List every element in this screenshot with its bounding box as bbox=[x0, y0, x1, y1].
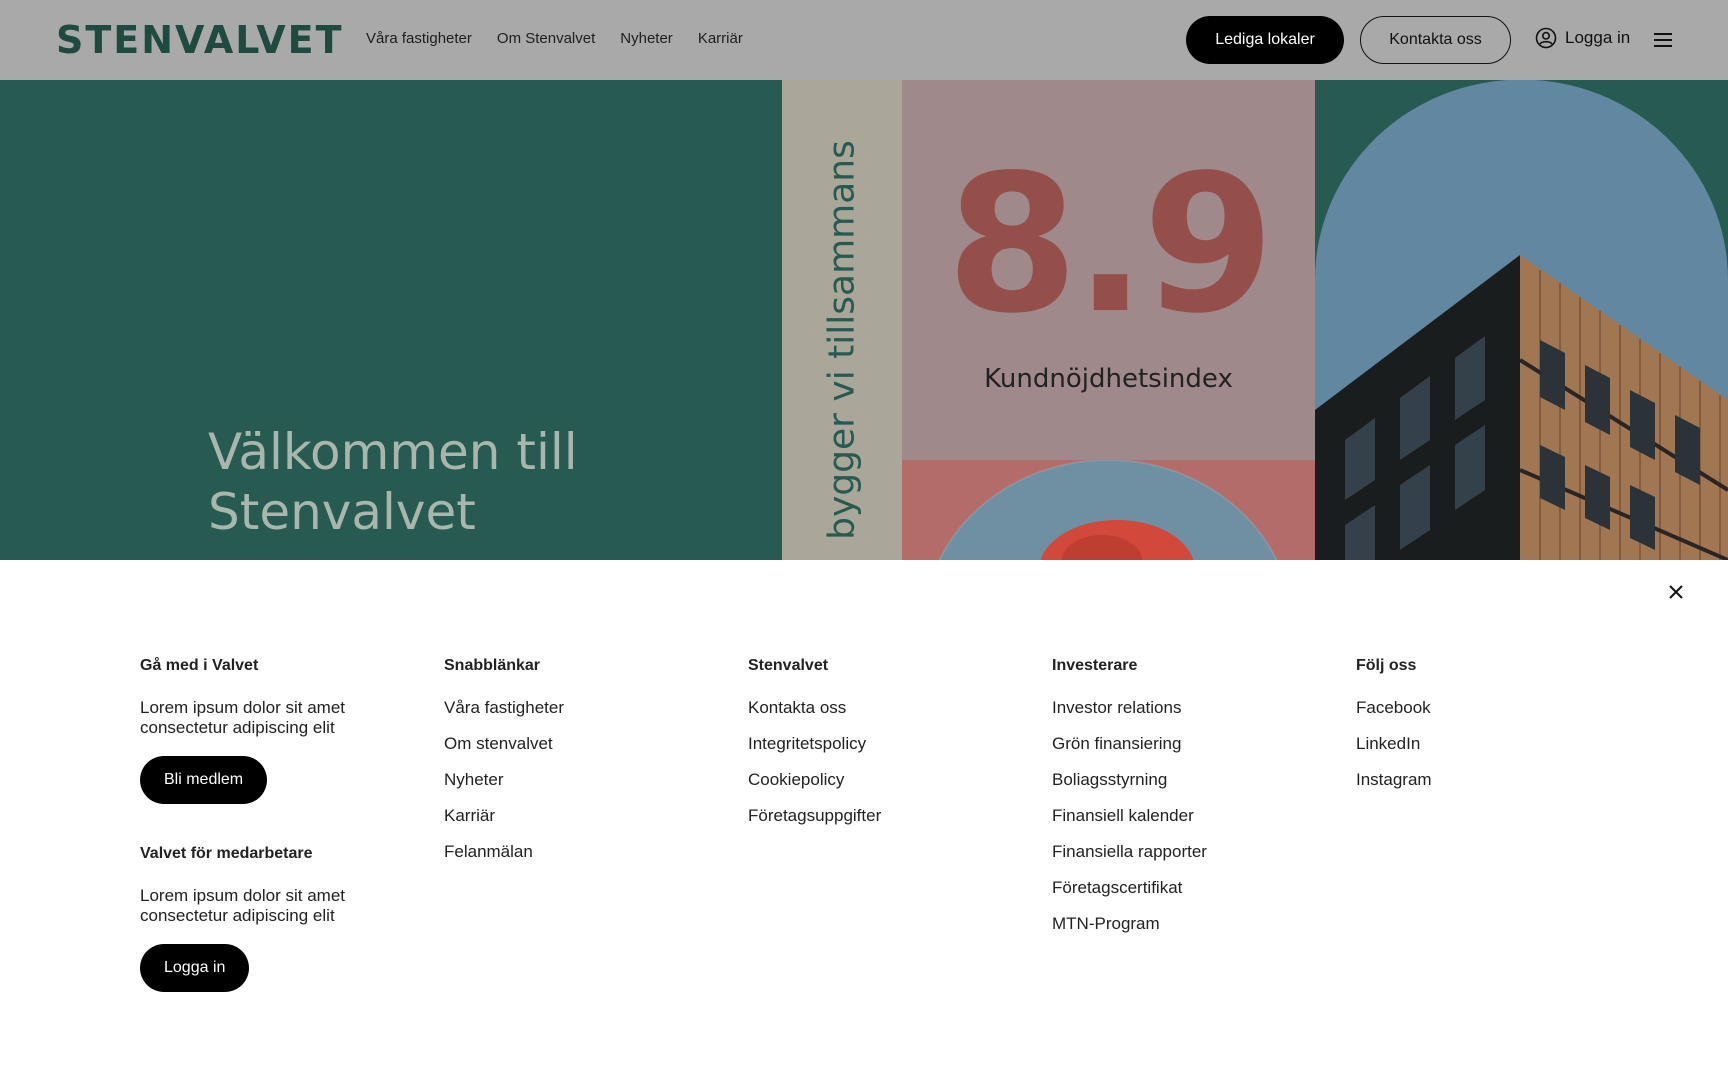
stenvalvet-heading: Stenvalvet bbox=[748, 657, 829, 674]
nav-link-nyheter[interactable]: Nyheter bbox=[620, 30, 673, 47]
building-image bbox=[1315, 80, 1728, 560]
join-column: Gå med i Valvet Lorem ipsum dolor sit am… bbox=[140, 656, 380, 992]
site-header: STENVALVET Våra fastigheter Om Stenvalve… bbox=[0, 0, 1728, 80]
score-label: Kundnöjdhetsindex bbox=[984, 364, 1233, 394]
menu-overlay: Gå med i Valvet Lorem ipsum dolor sit am… bbox=[0, 560, 1728, 1080]
nav-link-fastigheter[interactable]: Våra fastigheter bbox=[366, 30, 472, 47]
investors-heading: Investerare bbox=[1052, 657, 1138, 674]
join-text: Lorem ipsum dolor sit amet consectetur a… bbox=[140, 698, 346, 737]
footer-link-fastigheter[interactable]: Våra fastigheter bbox=[444, 698, 564, 718]
image-panel-red bbox=[902, 460, 1315, 560]
footer-link-investor-relations[interactable]: Investor relations bbox=[1052, 698, 1207, 718]
social-column: Följ oss Facebook LinkedIn Instagram bbox=[1356, 656, 1432, 806]
footer-link-finansiell-kalender[interactable]: Finansiell kalender bbox=[1052, 806, 1207, 826]
join-heading: Gå med i Valvet bbox=[140, 657, 259, 674]
close-icon[interactable] bbox=[1664, 580, 1688, 604]
staff-heading: Valvet för medarbetare bbox=[140, 845, 313, 862]
footer-link-kontakta[interactable]: Kontakta oss bbox=[748, 698, 881, 718]
footer-link-instagram[interactable]: Instagram bbox=[1356, 770, 1432, 790]
bli-medlem-button[interactable]: Bli medlem bbox=[140, 756, 268, 804]
hero-strip: bygger vi tillsammans bbox=[782, 80, 902, 560]
footer-link-finansiella-rapporter[interactable]: Finansiella rapporter bbox=[1052, 842, 1207, 862]
footer-link-karriar[interactable]: Karriär bbox=[444, 806, 564, 826]
nav-link-karriar[interactable]: Karriär bbox=[698, 30, 743, 47]
staff-login-button[interactable]: Logga in bbox=[140, 944, 250, 992]
login-label: Logga in bbox=[1565, 28, 1631, 47]
hamburger-menu-icon[interactable] bbox=[1651, 28, 1675, 52]
footer-link-felanmalan[interactable]: Felanmälan bbox=[444, 842, 564, 862]
nav-link-om[interactable]: Om Stenvalvet bbox=[497, 30, 595, 47]
footer-link-linkedin[interactable]: LinkedIn bbox=[1356, 734, 1432, 754]
logo[interactable]: STENVALVET bbox=[56, 20, 344, 60]
vertical-tagline: bygger vi tillsammans bbox=[821, 140, 863, 540]
footer-link-gron-finansiering[interactable]: Grön finansiering bbox=[1052, 734, 1207, 754]
footer-link-facebook[interactable]: Facebook bbox=[1356, 698, 1432, 718]
building-photo bbox=[1315, 80, 1728, 560]
score-panel: 8.9 Kundnöjdhetsindex bbox=[902, 80, 1315, 460]
stenvalvet-column: Stenvalvet Kontakta oss Integritetspolic… bbox=[748, 656, 881, 842]
footer-link-om[interactable]: Om stenvalvet bbox=[444, 734, 564, 754]
social-heading: Följ oss bbox=[1356, 657, 1417, 674]
hero-title: Välkommen till Stenvalvet bbox=[208, 423, 578, 541]
investors-column: Investerare Investor relations Grön fina… bbox=[1052, 656, 1207, 950]
footer-link-foretagscertifikat[interactable]: Företagscertifikat bbox=[1052, 878, 1207, 898]
portrait-image bbox=[938, 460, 1278, 560]
staff-text: Lorem ipsum dolor sit amet consectetur a… bbox=[140, 886, 346, 925]
main-nav: Våra fastigheter Om Stenvalvet Nyheter K… bbox=[366, 30, 743, 47]
score-value: 8.9 bbox=[946, 134, 1275, 355]
quicklinks-column: Snabblänkar Våra fastigheter Om stenvalv… bbox=[444, 656, 564, 878]
footer-link-mtn-program[interactable]: MTN-Program bbox=[1052, 914, 1207, 934]
user-circle-icon bbox=[1535, 27, 1557, 49]
footer-link-bolagsstyrning[interactable]: Boliagsstyrning bbox=[1052, 770, 1207, 790]
login-link[interactable]: Logga in bbox=[1535, 27, 1630, 49]
kontakta-oss-button[interactable]: Kontakta oss bbox=[1360, 16, 1511, 64]
footer-link-integritet[interactable]: Integritetspolicy bbox=[748, 734, 881, 754]
footer-link-foretagsuppgifter[interactable]: Företagsuppgifter bbox=[748, 806, 881, 826]
lediga-lokaler-button[interactable]: Lediga lokaler bbox=[1186, 16, 1344, 64]
footer-link-cookie[interactable]: Cookiepolicy bbox=[748, 770, 881, 790]
quicklinks-heading: Snabblänkar bbox=[444, 657, 541, 674]
footer-link-nyheter[interactable]: Nyheter bbox=[444, 770, 564, 790]
